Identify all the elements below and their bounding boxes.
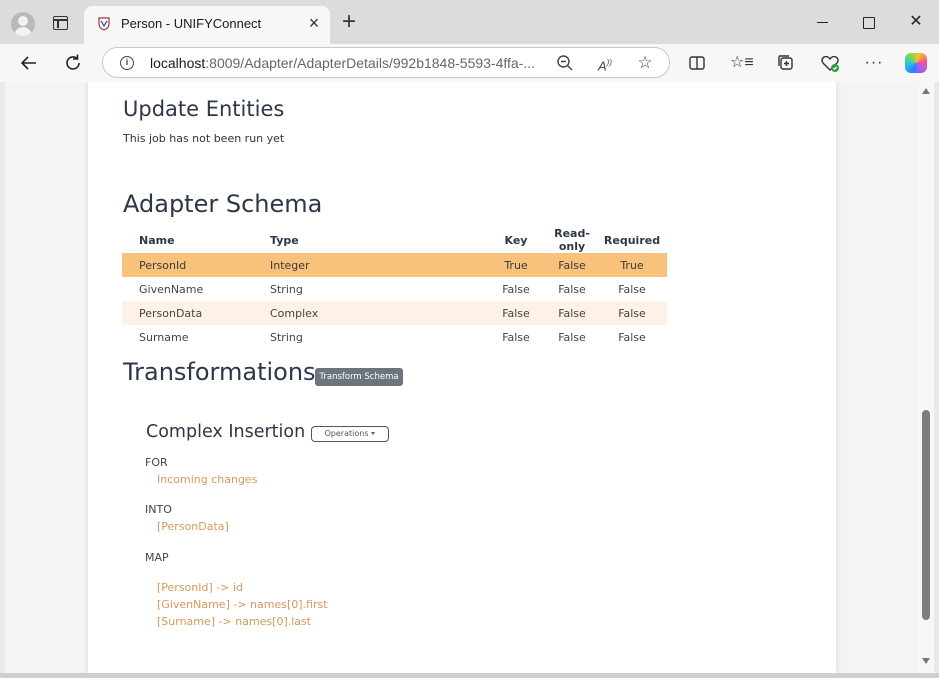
- maximize-icon[interactable]: [858, 12, 878, 32]
- minimize-icon[interactable]: [813, 12, 833, 32]
- schema-table: Name Type Key Read-only Required PersonI…: [122, 227, 667, 349]
- into-value: [PersonData]: [157, 520, 229, 533]
- browser-essentials-icon[interactable]: [819, 52, 841, 74]
- caret-down-icon: [371, 432, 376, 435]
- cell-required: False: [618, 282, 646, 296]
- cell-read-only: False: [558, 330, 586, 344]
- url-host: localhost: [150, 55, 206, 71]
- tab-actions-icon[interactable]: [53, 16, 68, 30]
- into-label: INTO: [145, 503, 172, 516]
- copilot-icon[interactable]: [905, 53, 927, 73]
- table-row[interactable]: PersonData Complex False False False: [122, 301, 667, 325]
- more-icon[interactable]: ···: [863, 52, 885, 74]
- taskbar-strip: [0, 673, 939, 678]
- cell-key: False: [502, 282, 530, 296]
- cell-name: PersonData: [122, 301, 270, 325]
- for-value: Incoming changes: [157, 473, 258, 486]
- transformations-heading: Transformations: [123, 358, 316, 386]
- url-text[interactable]: localhost:8009/Adapter/AdapterDetails/99…: [150, 55, 535, 71]
- browser-tab[interactable]: Person - UNIFYConnect ×: [84, 6, 330, 44]
- job-status-text: This job has not been run yet: [123, 132, 285, 145]
- back-icon[interactable]: [16, 50, 42, 76]
- transform-schema-button[interactable]: Transform Schema: [315, 368, 403, 386]
- close-icon[interactable]: ×: [305, 13, 323, 33]
- map-entry: [GivenName] -> names[0].first: [157, 598, 328, 611]
- collections-icon[interactable]: [775, 52, 797, 74]
- page-viewport: Update Entities This job has not been ru…: [5, 82, 918, 673]
- tab-title: Person - UNIFYConnect: [121, 16, 262, 31]
- cell-required: False: [618, 330, 646, 344]
- scroll-down-icon[interactable]: [922, 658, 930, 664]
- complex-insertion-heading: Complex Insertion: [146, 422, 306, 442]
- zoom-icon[interactable]: [555, 53, 575, 73]
- cell-type: String: [270, 330, 303, 344]
- cell-required: False: [597, 301, 667, 325]
- map-label: MAP: [145, 551, 169, 564]
- page-content: Update Entities This job has not been ru…: [88, 82, 836, 673]
- column-header-required[interactable]: Required: [597, 227, 667, 253]
- table-row[interactable]: Surname String False False False: [122, 325, 667, 349]
- cell-key: True: [485, 253, 547, 277]
- reload-icon[interactable]: [60, 50, 86, 76]
- operations-label: Operations: [324, 429, 369, 438]
- title-bar: Person - UNIFYConnect × + ✕: [0, 0, 939, 44]
- cell-type: Integer: [270, 253, 485, 277]
- cell-type: String: [270, 282, 303, 296]
- map-entry: [PersonId] -> id: [157, 581, 243, 594]
- vertical-scrollbar[interactable]: [918, 82, 934, 673]
- column-header-type[interactable]: Type: [270, 227, 485, 253]
- operations-dropdown[interactable]: Operations: [311, 426, 389, 442]
- url-path: :8009/Adapter/AdapterDetails/992b1848-55…: [205, 55, 536, 71]
- browser-toolbar: i localhost:8009/Adapter/AdapterDetails/…: [0, 44, 939, 82]
- scroll-thumb[interactable]: [922, 410, 930, 620]
- plus-icon[interactable]: +: [338, 10, 360, 34]
- cell-read-only: False: [558, 282, 586, 296]
- window-close-icon[interactable]: ✕: [906, 12, 926, 32]
- update-entities-heading: Update Entities: [123, 97, 285, 121]
- column-header-read-only[interactable]: Read-only: [547, 227, 597, 253]
- column-header-key[interactable]: Key: [485, 227, 547, 253]
- cell-key: False: [502, 330, 530, 344]
- table-row[interactable]: PersonId Integer True False True: [122, 253, 667, 277]
- cell-name: PersonId: [122, 253, 270, 277]
- cell-read-only: False: [547, 301, 597, 325]
- favorite-star-icon[interactable]: ☆: [635, 53, 655, 73]
- favicon-icon: [98, 17, 110, 31]
- scroll-up-icon[interactable]: [922, 88, 930, 94]
- read-aloud-icon[interactable]: A)): [595, 53, 615, 73]
- address-bar[interactable]: i localhost:8009/Adapter/AdapterDetails/…: [102, 47, 670, 78]
- adapter-schema-heading: Adapter Schema: [123, 190, 323, 218]
- favorites-icon[interactable]: ☆≡: [730, 52, 754, 74]
- cell-name: GivenName: [139, 282, 204, 296]
- cell-required: True: [597, 253, 667, 277]
- map-entry: [Surname] -> names[0].last: [157, 615, 312, 628]
- cell-read-only: False: [547, 253, 597, 277]
- info-icon[interactable]: i: [120, 56, 134, 70]
- cell-type: Complex: [270, 301, 485, 325]
- cell-key: False: [485, 301, 547, 325]
- for-label: FOR: [145, 456, 168, 469]
- column-header-name[interactable]: Name: [122, 227, 270, 253]
- cell-name: Surname: [139, 330, 189, 344]
- split-screen-icon[interactable]: [686, 52, 708, 74]
- table-header-row: Name Type Key Read-only Required: [122, 227, 667, 253]
- profile-icon[interactable]: [11, 12, 35, 36]
- table-row[interactable]: GivenName String False False False: [122, 277, 667, 301]
